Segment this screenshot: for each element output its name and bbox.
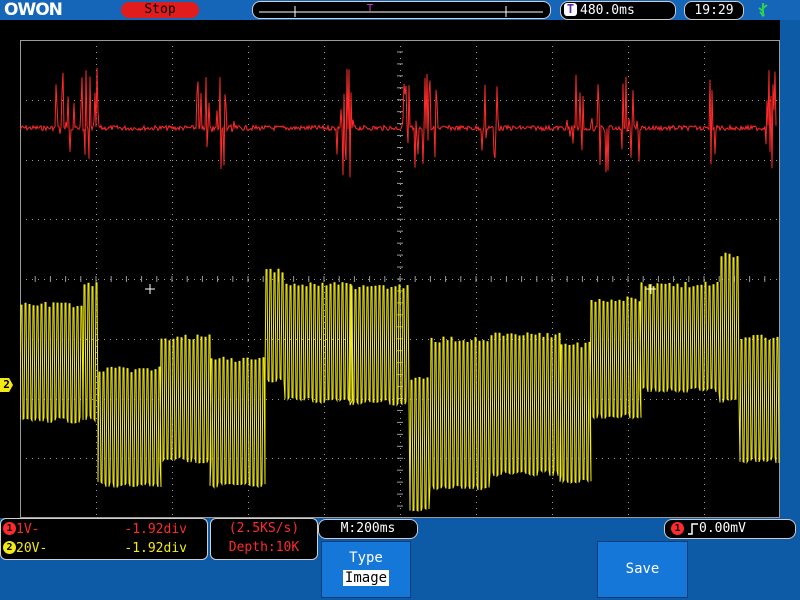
ch2-ground-marker: 2 xyxy=(0,378,13,392)
sampling-info-panel: (2.5KS/s) Depth:10K xyxy=(210,518,318,560)
ch2-info-row: 2 20V- -1.92div xyxy=(3,539,203,558)
trigger-channel-badge: 1 xyxy=(671,522,684,535)
usb-icon xyxy=(758,3,768,17)
memory-depth: Depth:10K xyxy=(228,540,300,555)
ch2-scale: 20V xyxy=(16,541,40,556)
ch2-coupling-mark: - xyxy=(39,541,48,556)
brand-logo: OWON xyxy=(4,0,63,20)
ch1-scale: 1V xyxy=(16,522,32,537)
ch2-offset: -1.92div xyxy=(124,541,187,556)
channel-info-panel: 1 1V- -1.92div 2 20V- -1.92div xyxy=(0,518,208,560)
rising-edge-icon xyxy=(688,523,698,535)
run-stop-status[interactable]: Stop xyxy=(121,2,199,18)
type-softkey-value: Image xyxy=(342,570,390,586)
trigger-level: 0.00mV xyxy=(699,521,746,536)
trigger-info: 1 0.00mV xyxy=(664,519,796,539)
timebase-readout: M:200ms xyxy=(318,519,418,539)
trigger-badge: T xyxy=(564,3,577,16)
sample-rate: (2.5KS/s) xyxy=(228,521,300,536)
type-softkey-label: Type xyxy=(349,550,383,566)
memory-position-indicator: T xyxy=(259,3,543,17)
trigger-position-readout: T 480.0ms xyxy=(560,1,676,20)
ch2-badge: 2 xyxy=(3,541,16,554)
memory-position-bar: T xyxy=(252,1,551,19)
svg-text:T: T xyxy=(366,3,374,14)
type-softkey[interactable]: Type Image xyxy=(321,541,411,598)
ch1-offset: -1.92div xyxy=(124,522,187,537)
ch1-info-row: 1 1V- -1.92div xyxy=(3,520,203,539)
waveform-display[interactable]: 2 xyxy=(0,20,780,518)
clock: 19:29 xyxy=(684,1,744,20)
top-status-bar: OWON Stop T T 480.0ms 19:29 xyxy=(0,0,800,20)
ch1-badge: 1 xyxy=(3,522,16,535)
ch2-waveform xyxy=(20,252,780,512)
ch1-coupling-mark: - xyxy=(31,522,40,537)
trigger-position-value: 480.0ms xyxy=(580,3,635,18)
save-softkey[interactable]: Save xyxy=(597,541,688,598)
waveform-graticule xyxy=(20,40,780,518)
